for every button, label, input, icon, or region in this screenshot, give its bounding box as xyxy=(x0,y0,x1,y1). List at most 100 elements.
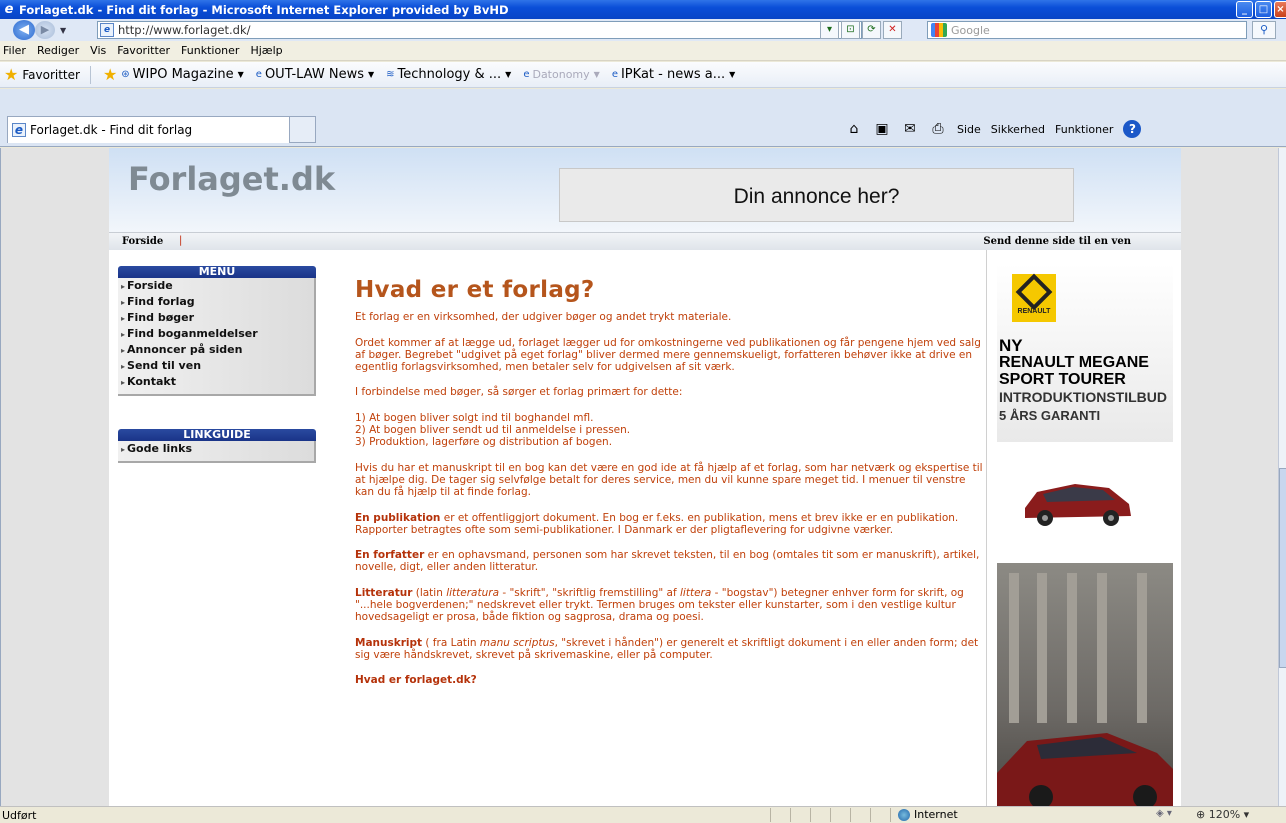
address-dropdown-button[interactable]: ▾ xyxy=(820,21,839,39)
list-item: 1) At bogen bliver solgt ind til boghand… xyxy=(355,411,594,424)
paragraph-text: - "skrift", "skriftlig fremstilling" af xyxy=(499,586,680,599)
favorites-bar: ★ Favoritter ★ ⊛ WIPO Magazine ▼ e OUT-LAW … xyxy=(0,62,1286,88)
top-nav: Forside | Send denne side til en ven xyxy=(109,232,1181,250)
linkguide-item-gode-links[interactable]: Gode links xyxy=(118,441,314,457)
tab-label: Forlaget.dk - Find dit forlag xyxy=(30,123,193,137)
renault-ad[interactable]: RENAULT NY RENAULT MEGANE SPORT TOURER I… xyxy=(986,250,1181,806)
chevron-down-icon: ▼ xyxy=(505,70,512,79)
zone-label: Internet xyxy=(914,808,958,821)
fav-item-datonomy[interactable]: e Datonomy ▼ xyxy=(523,68,600,81)
menu-filer[interactable]: Filer xyxy=(3,44,26,57)
renault-ad-panel[interactable]: RENAULT NY RENAULT MEGANE SPORT TOURER I… xyxy=(997,264,1173,442)
page-menu[interactable]: Side xyxy=(957,123,981,136)
address-buttons: ▾ ⊡ ⟳ ✕ xyxy=(820,21,902,39)
fav-label: Technology & ... xyxy=(397,67,502,82)
fav-item-wipo[interactable]: ⊛ WIPO Magazine ▼ xyxy=(121,67,244,82)
separator xyxy=(810,808,811,822)
search-box[interactable]: Google xyxy=(927,21,1247,39)
send-to-friend-link[interactable]: Send denne side til en ven xyxy=(983,236,1131,247)
menu-item-find-forlag[interactable]: Find forlag xyxy=(118,294,314,310)
fav-label: OUT-LAW News xyxy=(264,67,364,82)
menu-item-forside[interactable]: Forside xyxy=(118,278,314,294)
topnav-separator: | xyxy=(179,235,183,246)
feed-icon: ≋ xyxy=(386,69,395,80)
menu-item-send-til-ven[interactable]: Send til ven xyxy=(118,358,314,374)
tab-row: e Forlaget.dk - Find dit forlag ⌂ ▣ ✉ ⎙ … xyxy=(0,89,1286,147)
close-button[interactable]: × xyxy=(1274,1,1286,18)
article-paragraph: Ordet kommer af at lægge ud, forlaget læ… xyxy=(355,336,981,374)
list-item: 2) At bogen bliver sendt ud til anmeldel… xyxy=(355,424,631,437)
topnav-home-link[interactable]: Forside xyxy=(122,236,163,247)
favorites-star-icon[interactable]: ★ xyxy=(4,65,18,84)
chevron-down-icon: ▼ xyxy=(729,70,736,79)
vertical-scrollbar[interactable] xyxy=(1278,148,1286,806)
security-zone[interactable]: Internet xyxy=(898,808,958,821)
article-heading: Hvad er et forlag? xyxy=(355,277,595,303)
command-bar: ⌂ ▣ ✉ ⎙ Side Sikkerhed Funktioner ? xyxy=(845,120,1142,138)
mail-icon[interactable]: ✉ xyxy=(901,121,919,137)
menu-favoritter[interactable]: Favoritter xyxy=(117,44,170,57)
article-paragraph: En forfatter er en ophavsmand, personen … xyxy=(355,549,987,574)
linkguide-menu: LINKGUIDE Gode links xyxy=(118,429,316,463)
scrollbar-thumb[interactable] xyxy=(1279,468,1286,668)
menu-item-find-boganmeldelser[interactable]: Find boganmeldelser xyxy=(118,326,314,342)
address-bar[interactable]: e http://www.forlaget.dk/ xyxy=(97,21,862,39)
menu-item-kontakt[interactable]: Kontakt xyxy=(118,374,314,390)
term: Manuskript xyxy=(355,636,423,649)
fav-item-ipkat[interactable]: e IPKat - news a... ▼ xyxy=(612,67,735,82)
history-dropdown-icon[interactable]: ▼ xyxy=(60,26,66,35)
safety-menu[interactable]: Sikkerhed xyxy=(991,123,1045,136)
menu-item-find-boger[interactable]: Find bøger xyxy=(118,310,314,326)
site-logo[interactable]: Forlaget.dk xyxy=(128,160,335,198)
linkguide-title: LINKGUIDE xyxy=(118,429,316,441)
protected-mode-icon[interactable]: ◈ ▾ xyxy=(1156,808,1172,819)
status-bar: Udført Internet ◈ ▾ ⊕ 120% ▾ xyxy=(0,806,1286,823)
italic-term: manu scriptus xyxy=(479,636,555,649)
address-url[interactable]: http://www.forlaget.dk/ xyxy=(118,23,250,37)
paragraph-text: er et offentliggjort dokument. En bog er… xyxy=(355,511,959,536)
help-icon[interactable]: ? xyxy=(1123,120,1142,138)
back-button[interactable]: ◀ xyxy=(13,20,35,40)
article-paragraph: I forbindelse med bøger, så sørger et fo… xyxy=(355,386,683,399)
forward-button[interactable]: ▶ xyxy=(35,21,55,39)
menu-vis[interactable]: Vis xyxy=(90,44,106,57)
ie-logo-icon: e xyxy=(4,1,14,17)
feed-icon: ⊛ xyxy=(121,69,130,80)
search-placeholder[interactable]: Google xyxy=(951,24,990,37)
separator xyxy=(850,808,851,822)
tab-forlaget[interactable]: e Forlaget.dk - Find dit forlag xyxy=(7,116,290,143)
menu-rediger[interactable]: Rediger xyxy=(37,44,79,57)
italic-term: littera xyxy=(680,586,712,599)
refresh-icon[interactable]: ⟳ xyxy=(862,21,881,39)
menu-funktioner[interactable]: Funktioner xyxy=(181,44,239,57)
zoom-value: 120% xyxy=(1208,808,1241,821)
stop-icon[interactable]: ✕ xyxy=(883,21,902,39)
fav-item-technology[interactable]: ≋ Technology & ... ▼ xyxy=(386,67,511,82)
search-icon[interactable]: ⚲ xyxy=(1252,21,1276,39)
home-icon[interactable]: ⌂ xyxy=(845,121,863,137)
menu-item-annoncer[interactable]: Annoncer på siden xyxy=(118,342,314,358)
print-icon[interactable]: ⎙ xyxy=(929,121,947,137)
favorites-label[interactable]: Favoritter xyxy=(22,68,80,82)
page-icon: e xyxy=(255,69,262,80)
globe-icon xyxy=(898,808,910,821)
article-paragraph: Et forlag er en virksomhed, der udgiver … xyxy=(355,311,732,324)
site-header: Forlaget.dk Din annonce her? xyxy=(109,148,1181,232)
page-icon: e xyxy=(611,69,618,80)
paragraph-text: er en ophavsmand, personen som har skrev… xyxy=(355,549,980,574)
compatibility-icon[interactable]: ⊡ xyxy=(841,21,860,39)
maximize-button[interactable]: □ xyxy=(1255,1,1272,18)
car-image xyxy=(1025,484,1131,526)
new-tab-button[interactable] xyxy=(289,116,316,143)
zoom-level[interactable]: ⊕ 120% ▾ xyxy=(1196,808,1249,821)
add-favorite-icon[interactable]: ★ xyxy=(103,65,117,84)
minimize-button[interactable]: _ xyxy=(1236,1,1253,18)
feeds-icon[interactable]: ▣ xyxy=(873,121,891,137)
menu-hjaelp[interactable]: Hjælp xyxy=(250,44,282,57)
ad-line: NY xyxy=(999,336,1023,355)
tools-menu[interactable]: Funktioner xyxy=(1055,123,1113,136)
fav-item-outlaw[interactable]: e OUT-LAW News ▼ xyxy=(256,67,374,82)
renault-logo: RENAULT xyxy=(1012,273,1056,322)
ad-banner[interactable]: Din annonce her? xyxy=(559,168,1074,222)
page-icon: e xyxy=(100,23,114,37)
